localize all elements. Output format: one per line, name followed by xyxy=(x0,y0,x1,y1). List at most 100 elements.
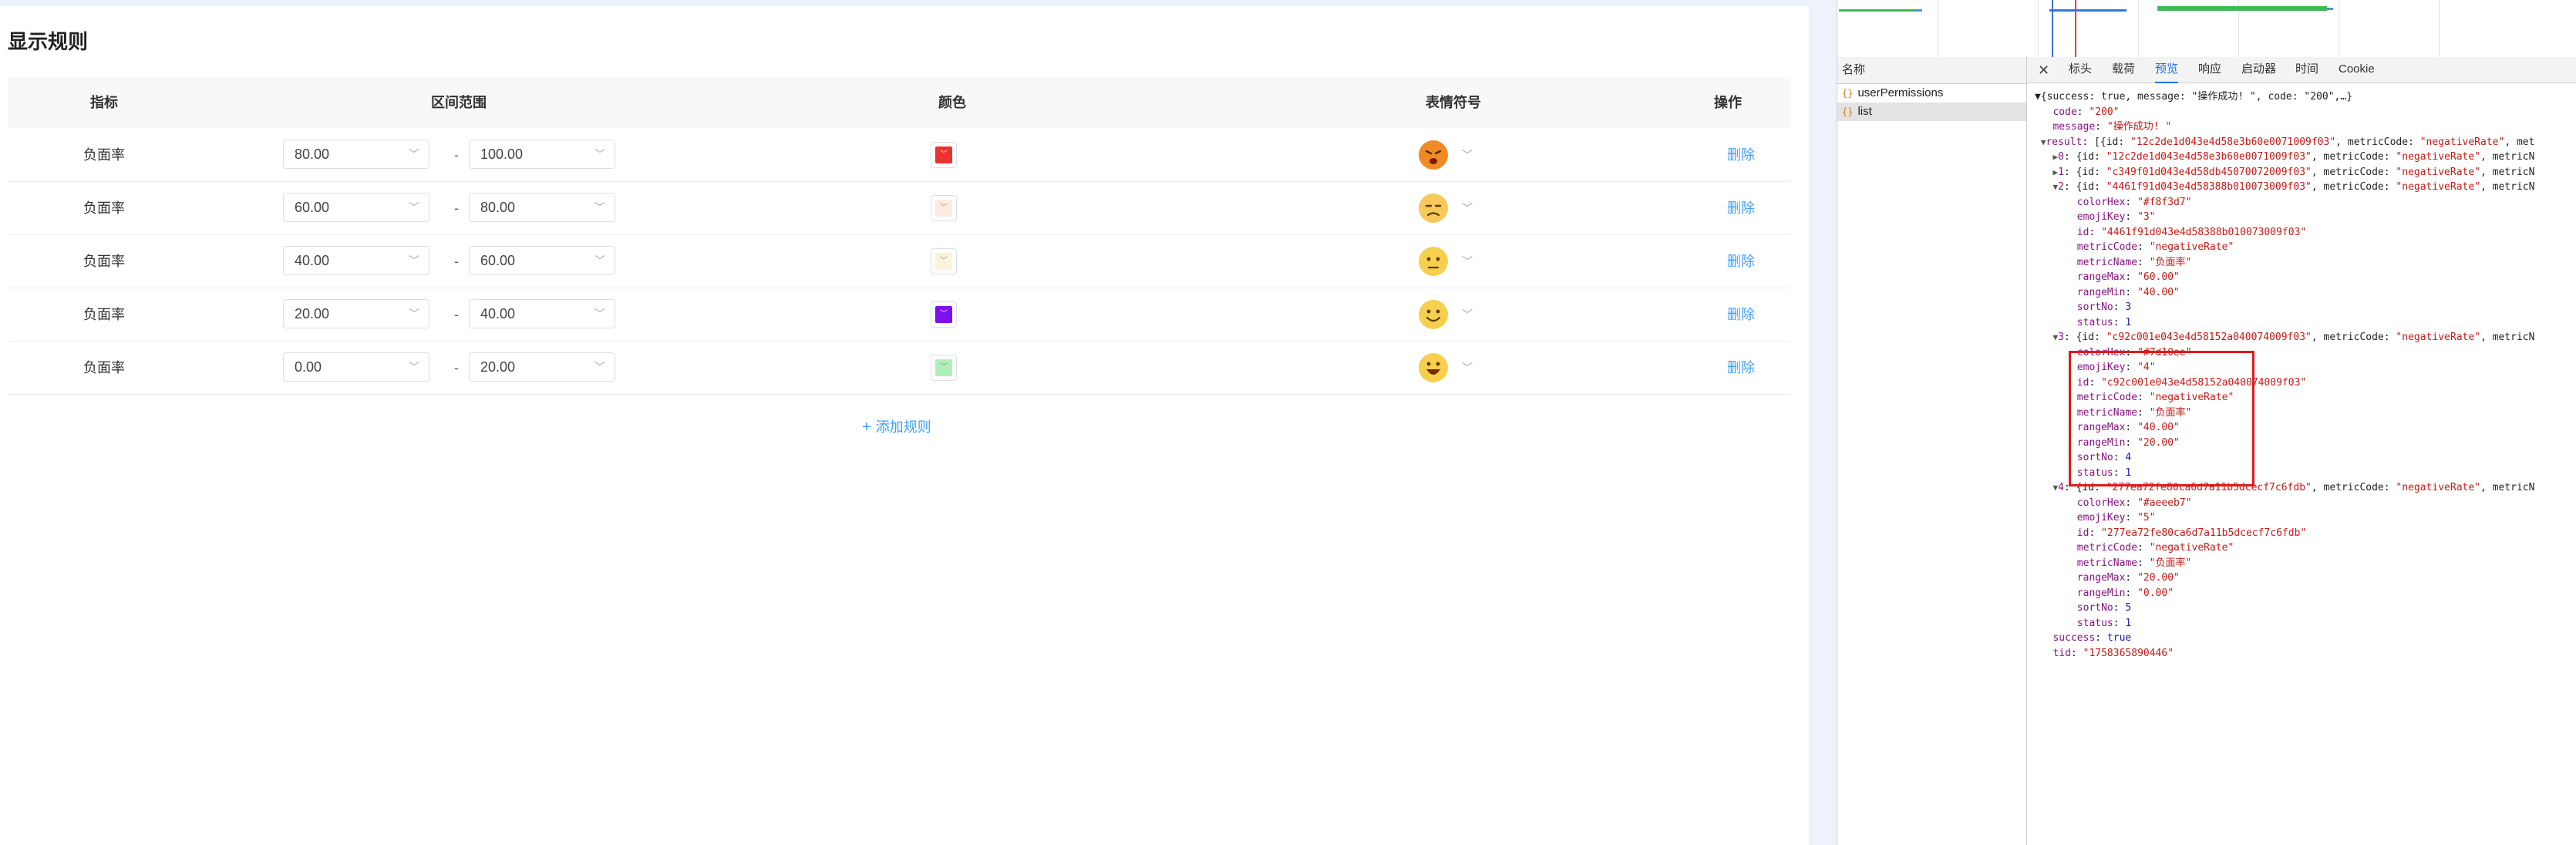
close-icon[interactable]: ✕ xyxy=(2038,57,2049,83)
highlight-box xyxy=(2069,351,2254,486)
request-item-list[interactable]: {} list xyxy=(1837,103,2026,121)
range-min-select[interactable]: 80.00 ﹀ xyxy=(283,140,429,169)
tab-headers[interactable]: 标头 xyxy=(2069,57,2092,82)
emoji-select[interactable] xyxy=(1418,193,1449,224)
range-separator: - xyxy=(454,360,459,375)
chevron-down-icon[interactable]: ﹀ xyxy=(1462,235,1473,288)
range-min-value: 0.00 xyxy=(295,359,322,375)
range-max-select[interactable]: 100.00 ﹀ xyxy=(469,140,615,169)
delete-button[interactable]: 删除 xyxy=(1727,129,1755,181)
chevron-down-icon: ﹀ xyxy=(594,308,605,320)
color-picker[interactable]: ﹀ xyxy=(931,248,957,274)
json-line[interactable]: ▶1: {id: "c349f01d043e4d58db45070072009f… xyxy=(2035,165,2534,180)
request-name: list xyxy=(1857,105,1872,118)
range-max-select[interactable]: 40.00 ﹀ xyxy=(469,299,615,328)
metric-label: 负面率 xyxy=(83,200,125,216)
chevron-down-icon: ﹀ xyxy=(940,257,948,265)
color-picker[interactable]: ﹀ xyxy=(931,142,957,168)
json-line: colorHex: "#f8f3d7" xyxy=(2076,196,2192,208)
metric-label: 负面率 xyxy=(83,147,125,163)
json-line[interactable]: ▼result: [{id: "12c2de1d043e4d58e3b60e00… xyxy=(2035,135,2535,150)
emoji-select[interactable] xyxy=(1418,352,1449,383)
range-min-select[interactable]: 20.00 ﹀ xyxy=(283,299,429,328)
color-swatch: ﹀ xyxy=(935,253,952,270)
table-row: 负面率 60.00 ﹀ - 80.00 ﹀ ﹀ ﹀ 删除 xyxy=(8,182,1790,235)
color-swatch: ﹀ xyxy=(935,359,952,376)
chevron-down-icon: ﹀ xyxy=(594,148,605,160)
color-picker[interactable]: ﹀ xyxy=(931,301,957,328)
json-line: emojiKey: "3" xyxy=(2076,211,2156,223)
json-line: rangeMin: "40.00" xyxy=(2076,286,2180,298)
json-line: id: "4461f91d043e4d58388b010073009f03" xyxy=(2076,226,2307,238)
chevron-down-icon: ﹀ xyxy=(940,204,948,212)
json-line[interactable]: ▼{success: true, message: "操作成功! ", code… xyxy=(2035,89,2352,105)
tab-preview[interactable]: 预览 xyxy=(2155,57,2179,83)
chevron-down-icon: ﹀ xyxy=(940,150,948,159)
chevron-down-icon: ﹀ xyxy=(594,201,605,214)
angry-face-icon xyxy=(1419,140,1448,170)
range-min-value: 80.00 xyxy=(295,146,330,162)
range-min-value: 20.00 xyxy=(295,306,330,322)
tab-cookie[interactable]: Cookie xyxy=(2339,57,2375,82)
chevron-down-icon: ﹀ xyxy=(409,201,419,214)
sad-face-icon xyxy=(1419,194,1448,223)
delete-button[interactable]: 删除 xyxy=(1727,235,1755,288)
json-line: metricName: "负面率" xyxy=(2076,256,2192,268)
json-line: status: 1 xyxy=(2076,617,2132,629)
json-line: sortNo: 5 xyxy=(2076,602,2132,614)
tab-payload[interactable]: 载荷 xyxy=(2112,57,2135,82)
request-name-list: 名称 {} userPermissions {} list xyxy=(1837,57,2027,845)
json-line: success: true xyxy=(2052,632,2132,644)
table-row: 负面率 40.00 ﹀ - 60.00 ﹀ ﹀ ﹀ 删除 xyxy=(8,235,1790,288)
range-max-select[interactable]: 20.00 ﹀ xyxy=(469,352,615,382)
range-min-select[interactable]: 0.00 ﹀ xyxy=(283,352,429,382)
json-line: metricCode: "negativeRate" xyxy=(2076,542,2234,554)
metric-label: 负面率 xyxy=(83,254,125,269)
main-panel: 显示规则 指标 区间范围 颜色 表情符号 操作 负面率 80.00 ﹀ -100.00… xyxy=(0,0,1809,845)
range-max-value: 80.00 xyxy=(480,200,516,215)
json-line: tid: "1758365890446" xyxy=(2052,647,2174,659)
range-max-value: 60.00 xyxy=(480,253,516,268)
tab-response[interactable]: 响应 xyxy=(2198,57,2221,82)
chevron-down-icon[interactable]: ﹀ xyxy=(1462,182,1473,234)
json-line: emojiKey: "5" xyxy=(2076,512,2156,523)
chevron-down-icon: ﹀ xyxy=(409,361,419,373)
delete-button[interactable]: 删除 xyxy=(1727,342,1755,394)
json-line: metricCode: "negativeRate" xyxy=(2076,241,2234,253)
chevron-down-icon[interactable]: ﹀ xyxy=(1462,342,1473,394)
chevron-down-icon: ﹀ xyxy=(594,254,605,267)
json-line[interactable]: ▼2: {id: "4461f91d043e4d58388b010073009f… xyxy=(2035,180,2534,195)
add-rule-label: 添加规则 xyxy=(875,419,931,435)
request-item-userpermissions[interactable]: {} userPermissions xyxy=(1837,84,2026,103)
chevron-down-icon[interactable]: ﹀ xyxy=(1462,288,1473,341)
add-rule-button[interactable]: + 添加规则 xyxy=(862,416,931,436)
json-line: code: "200" xyxy=(2052,106,2120,118)
emoji-select[interactable] xyxy=(1418,246,1449,277)
json-line[interactable]: ▶0: {id: "12c2de1d043e4d58e3b60e0071009f… xyxy=(2035,150,2534,165)
emoji-select[interactable] xyxy=(1418,140,1449,170)
json-line: colorHex: "#aeeeb7" xyxy=(2076,497,2192,509)
table-row: 负面率 20.00 ﹀ - 40.00 ﹀ ﹀ ﹀ 删除 xyxy=(8,288,1790,342)
delete-button[interactable]: 删除 xyxy=(1727,182,1755,234)
range-min-select[interactable]: 60.00 ﹀ xyxy=(283,193,429,222)
tab-timing[interactable]: 时间 xyxy=(2295,57,2318,82)
neutral-face-icon xyxy=(1419,247,1448,276)
json-line: message: "操作成功! " xyxy=(2052,121,2172,133)
emoji-select[interactable] xyxy=(1418,299,1449,330)
name-column-header: 名称 xyxy=(1837,57,2026,84)
json-line: rangeMin: "0.00" xyxy=(2076,587,2174,599)
tab-initiator[interactable]: 启动器 xyxy=(2241,57,2276,82)
delete-button[interactable]: 删除 xyxy=(1727,288,1755,341)
range-max-select[interactable]: 80.00 ﹀ xyxy=(469,193,615,222)
color-picker[interactable]: ﹀ xyxy=(931,195,957,221)
json-line[interactable]: ▼3: {id: "c92c001e043e4d58152a040074009f… xyxy=(2035,330,2534,345)
chevron-down-icon[interactable]: ﹀ xyxy=(1462,129,1473,181)
range-max-select[interactable]: 60.00 ﹀ xyxy=(469,246,615,275)
chevron-down-icon: ﹀ xyxy=(940,310,948,318)
header-action: 操作 xyxy=(1714,95,1742,110)
range-min-select[interactable]: 40.00 ﹀ xyxy=(283,246,429,275)
chevron-down-icon: ﹀ xyxy=(594,361,605,373)
color-swatch: ﹀ xyxy=(935,306,952,323)
color-picker[interactable]: ﹀ xyxy=(931,355,957,381)
json-line: id: "277ea72fe80ca6d7a11b5dcecf7c6fdb" xyxy=(2076,527,2307,539)
